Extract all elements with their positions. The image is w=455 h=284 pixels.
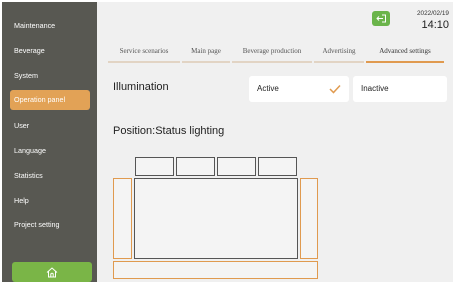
position-label: Position:Status lighting: [113, 125, 225, 137]
tab-underline-active: [366, 61, 444, 63]
sidebar-item-statistics[interactable]: Statistics: [10, 166, 90, 186]
tab-advanced-settings[interactable]: Advanced settings: [366, 47, 444, 61]
home-button[interactable]: [12, 262, 92, 282]
light-zone-top-2[interactable]: [176, 157, 215, 176]
checkmark-icon: [329, 84, 341, 94]
sidebar: Maintenance Beverage System Operation pa…: [2, 2, 97, 282]
sidebar-item-system[interactable]: System: [10, 66, 90, 86]
time-label: 14:10: [421, 19, 449, 31]
tab-main-page[interactable]: Main page: [182, 47, 230, 61]
sidebar-item-maintenance[interactable]: Maintenance: [10, 16, 90, 36]
sidebar-item-language[interactable]: Language: [10, 141, 90, 161]
light-zone-main[interactable]: [134, 178, 298, 259]
date-label: 2022/02/19: [417, 10, 449, 17]
logout-icon: [375, 14, 386, 23]
active-option-label: Active: [257, 84, 279, 93]
sidebar-item-help[interactable]: Help: [10, 191, 90, 211]
sidebar-item-beverage[interactable]: Beverage: [10, 41, 90, 61]
home-icon: [46, 266, 58, 277]
light-zone-right[interactable]: [300, 178, 318, 259]
tab-beverage-production[interactable]: Beverage production: [232, 47, 312, 61]
sidebar-item-project-setting[interactable]: Project setting: [10, 215, 90, 235]
tab-underline: [314, 61, 364, 63]
sidebar-item-operation-panel[interactable]: Operation panel: [10, 90, 90, 110]
illumination-inactive-option[interactable]: Inactive: [353, 76, 447, 102]
light-zone-left[interactable]: [113, 178, 132, 259]
illumination-label: Illumination: [113, 81, 169, 93]
illumination-active-option[interactable]: Active: [249, 76, 349, 102]
light-zone-bottom[interactable]: [113, 261, 318, 279]
inactive-option-label: Inactive: [361, 84, 389, 93]
logout-button[interactable]: [372, 11, 390, 26]
tab-underline: [108, 61, 180, 63]
light-zone-top-4[interactable]: [258, 157, 297, 176]
tab-service-scenarios[interactable]: Service scenarios: [108, 47, 180, 61]
tab-underline: [182, 61, 230, 63]
tab-underline: [232, 61, 312, 63]
light-zone-top-3[interactable]: [217, 157, 256, 176]
tab-advertising[interactable]: Advertising: [314, 47, 364, 61]
light-zone-top-1[interactable]: [135, 157, 174, 176]
sidebar-item-user[interactable]: User: [10, 116, 90, 136]
